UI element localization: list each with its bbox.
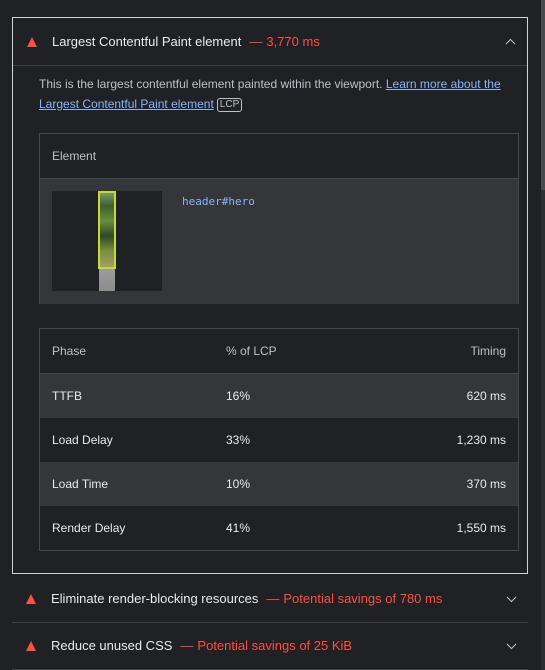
timing-cell: 1,550 ms [456, 521, 506, 535]
audit-description: This is the largest contentful element p… [39, 74, 519, 114]
chevron-down-icon[interactable] [506, 638, 517, 649]
element-table: Element header#hero [39, 133, 519, 304]
unused-css-audit[interactable]: Reduce unused CSS — Potential savings of… [12, 622, 528, 670]
table-row: TTFB 16% 620 ms [40, 374, 518, 418]
table-row: Load Time 10% 370 ms [40, 462, 518, 506]
audit-separator: — [180, 638, 194, 653]
timing-cell: 1,230 ms [456, 433, 506, 447]
chevron-down-icon[interactable] [506, 591, 517, 602]
phase-cell: TTFB [52, 389, 82, 403]
lcp-element-audit: Largest Contentful Paint element — 3,770… [12, 17, 528, 574]
lcp-audit-header[interactable]: Largest Contentful Paint element — 3,770… [13, 18, 527, 66]
element-highlight-box [98, 191, 116, 269]
phase-cell: Load Time [52, 477, 109, 491]
element-table-header: Element [40, 134, 518, 179]
phase-column-header: Phase [52, 344, 87, 358]
audit-separator: — [266, 591, 280, 606]
render-blocking-audit[interactable]: Eliminate render-blocking resources — Po… [12, 575, 528, 623]
lcp-badge: LCP [216, 98, 243, 112]
pct-cell: 41% [226, 521, 251, 535]
chevron-up-icon[interactable] [505, 38, 516, 49]
audit-title: Reduce unused CSS [51, 638, 173, 653]
audit-title: Largest Contentful Paint element [52, 34, 242, 49]
pct-cell: 10% [226, 477, 251, 491]
fail-triangle-icon [26, 593, 36, 604]
element-screenshot-thumbnail[interactable] [52, 191, 162, 291]
scrollbar-thumb[interactable] [541, 0, 545, 190]
table-row: Render Delay 41% 1,550 ms [40, 506, 518, 550]
pct-cell: 33% [226, 433, 251, 447]
audit-display-value: 3,770 ms [266, 34, 320, 49]
audit-display-value: Potential savings of 780 ms [283, 591, 443, 606]
timing-cell: 370 ms [466, 477, 506, 491]
description-text: This is the largest contentful element p… [39, 77, 383, 91]
phase-cell: Render Delay [52, 521, 126, 535]
lcp-phase-table: Phase % of LCP Timing TTFB 16% 620 ms Lo… [39, 328, 519, 551]
timing-column-header: Timing [470, 344, 506, 358]
timing-cell: 620 ms [466, 389, 506, 403]
phase-table-header: Phase % of LCP Timing [40, 329, 518, 374]
element-row[interactable]: header#hero [40, 179, 518, 304]
fail-triangle-icon [26, 640, 36, 651]
scrollbar-track[interactable] [541, 0, 545, 670]
audit-display-value: Potential savings of 25 KiB [197, 638, 353, 653]
audit-separator: — [249, 34, 263, 49]
fail-triangle-icon [27, 36, 37, 47]
node-selector[interactable]: header#hero [182, 195, 255, 208]
pct-cell: 16% [226, 389, 251, 403]
phase-cell: Load Delay [52, 433, 113, 447]
lighthouse-report-panel: Largest Contentful Paint element — 3,770… [0, 0, 545, 670]
audit-title: Eliminate render-blocking resources [51, 591, 259, 606]
table-row: Load Delay 33% 1,230 ms [40, 418, 518, 462]
pct-column-header: % of LCP [226, 344, 277, 358]
